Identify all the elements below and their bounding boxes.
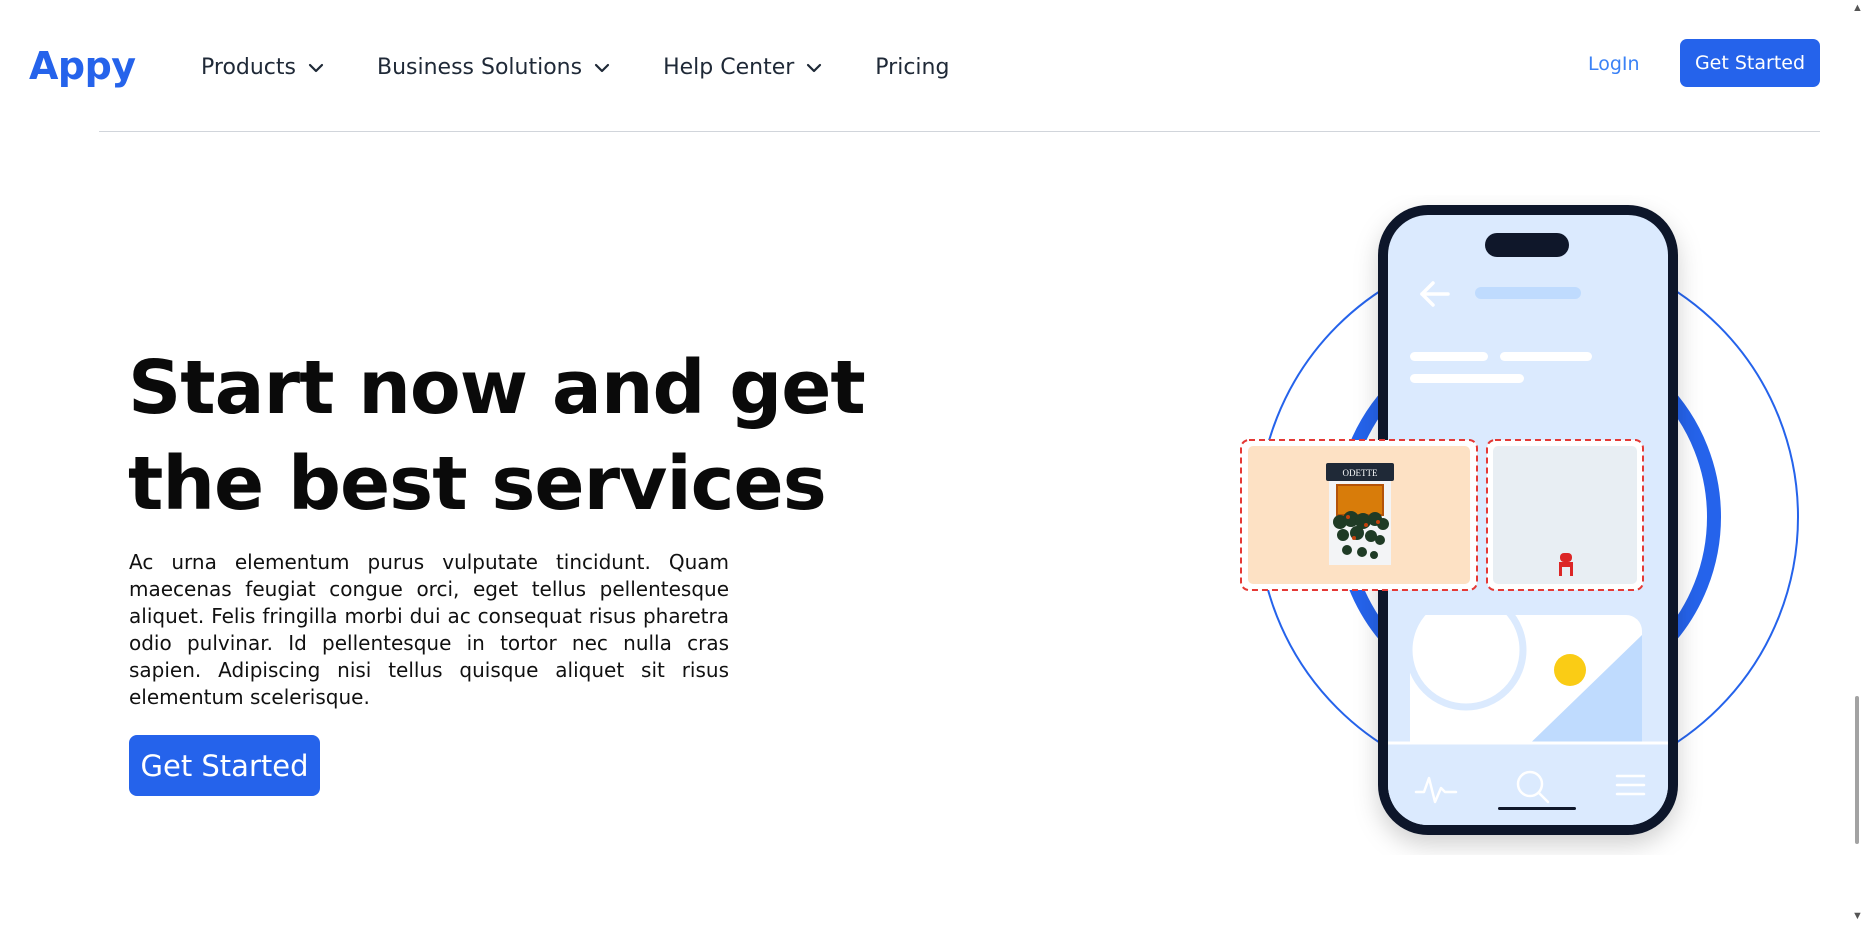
camera-notch [1485, 233, 1569, 257]
nav-item-label: Help Center [663, 55, 795, 80]
nav-item-label: Pricing [875, 55, 950, 80]
scroll-up-icon[interactable]: ▲ [1852, 2, 1863, 14]
chair-card [1486, 439, 1644, 591]
header-get-started-button[interactable]: Get Started [1680, 39, 1820, 87]
hero-description: Ac urna elementum purus vulputate tincid… [129, 550, 729, 709]
hero-title: Start now and get the best services [128, 345, 866, 527]
chevron-down-icon [594, 63, 610, 72]
screen-text-line [1410, 374, 1524, 383]
phone-illustration: ODETTE [1240, 205, 1799, 835]
screen-title-bar [1475, 287, 1581, 299]
hero-get-started-button[interactable]: Get Started [129, 735, 320, 796]
nav-item-label: Products [201, 55, 296, 80]
scroll-down-icon[interactable]: ▼ [1852, 910, 1863, 922]
nav-item-products[interactable]: Products [201, 55, 326, 80]
main-nav: Products Business Solutions Help Center … [201, 55, 949, 80]
header-divider [99, 131, 1820, 132]
chevron-down-icon [807, 63, 822, 72]
site-header: Appy Products Business Solutions Help Ce… [0, 0, 1848, 132]
home-indicator [1498, 807, 1576, 810]
nav-item-help-center[interactable]: Help Center [663, 55, 824, 80]
chevron-down-icon [308, 63, 324, 72]
nav-item-business-solutions[interactable]: Business Solutions [377, 55, 612, 80]
screen-text-line [1500, 352, 1592, 361]
storefront-card: ODETTE [1240, 439, 1478, 591]
page-scrollbar[interactable]: ▲ ▼ [1848, 0, 1867, 926]
nav-item-label: Business Solutions [377, 55, 583, 80]
screen-text-line [1410, 352, 1488, 361]
storefront-sign-text: ODETTE [1343, 468, 1378, 478]
login-link[interactable]: LogIn [1588, 53, 1640, 75]
tab-bar [1388, 743, 1668, 825]
scrollbar-thumb[interactable] [1855, 696, 1859, 844]
nav-item-pricing[interactable]: Pricing [875, 55, 949, 80]
brand-logo[interactable]: Appy [29, 44, 136, 88]
